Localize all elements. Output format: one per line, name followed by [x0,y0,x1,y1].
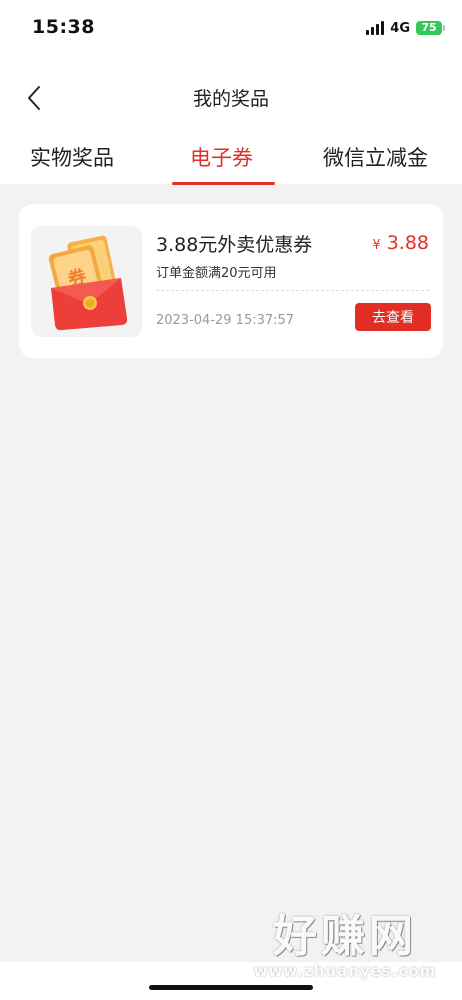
tab-bar: 实物奖品 电子券 微信立减金 [0,142,462,185]
coupon-name: 3.88元外卖优惠券 [156,234,313,256]
coupon-card[interactable]: 券 3.88元外卖优惠券 ¥3.88 订单金额满20元可用 2023-04-29… [19,204,443,358]
coupon-image: 券 [31,226,142,337]
network-label: 4G [390,20,410,36]
coupon-timestamp: 2023-04-29 15:37:57 [156,313,295,328]
status-indicators: 4G 75 [366,18,445,38]
page-title: 我的奖品 [192,88,269,110]
coupon-price: ¥3.88 [372,232,429,254]
active-tab-indicator [172,182,275,185]
currency-symbol: ¥ [372,238,381,253]
watermark-text: 好赚网 [273,911,417,962]
tab-physical-prizes[interactable]: 实物奖品 [30,142,114,172]
signal-icon [366,21,385,35]
price-value: 3.88 [386,232,429,254]
card-divider [156,290,429,291]
top-bar: 15:38 4G 75 我的奖品 实物奖品 电子券 微信立减金 [0,0,462,185]
battery-icon: 75 [416,21,445,35]
view-coupon-button[interactable]: 去查看 [355,303,431,331]
watermark-logo: 好赚网 www.zhuanyes.com [250,911,440,981]
status-time: 15:38 [32,16,95,38]
battery-level: 75 [421,21,437,34]
coupon-condition: 订单金额满20元可用 [156,266,277,281]
coupon-envelope-icon: 券 [48,235,128,331]
home-indicator [149,985,313,990]
tab-wechat-discount[interactable]: 微信立减金 [323,142,428,172]
tab-e-coupons[interactable]: 电子券 [190,142,253,172]
watermark-url: www.zhuanyes.com [253,962,437,980]
